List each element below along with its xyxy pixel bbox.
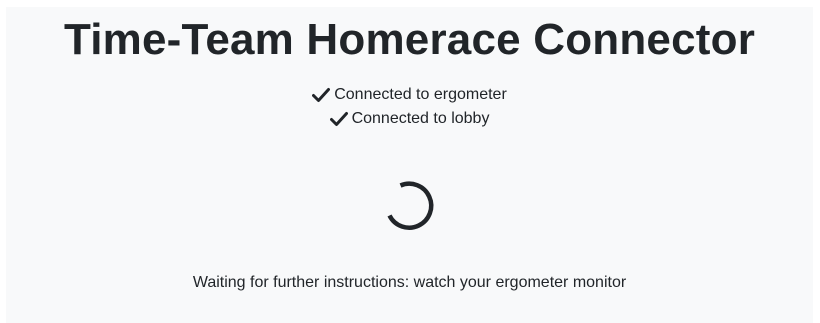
loading-area [6, 171, 813, 233]
status-item-ergometer: Connected to ergometer [6, 83, 813, 107]
status-label: Connected to lobby [351, 110, 490, 127]
page-title: Time-Team Homerace Connector [63, 15, 756, 64]
waiting-message: Waiting for further instructions: watch … [192, 274, 627, 291]
page: Time-Team Homerace Connector Connected t… [0, 0, 820, 323]
connector-panel: Time-Team Homerace Connector Connected t… [6, 7, 813, 323]
check-icon [329, 111, 348, 127]
status-item-lobby: Connected to lobby [6, 107, 813, 131]
loading-spinner-icon [379, 171, 441, 233]
connection-status-list: Connected to ergometer Connected to lobb… [6, 83, 813, 131]
status-label: Connected to ergometer [334, 86, 507, 103]
check-icon [312, 87, 331, 103]
